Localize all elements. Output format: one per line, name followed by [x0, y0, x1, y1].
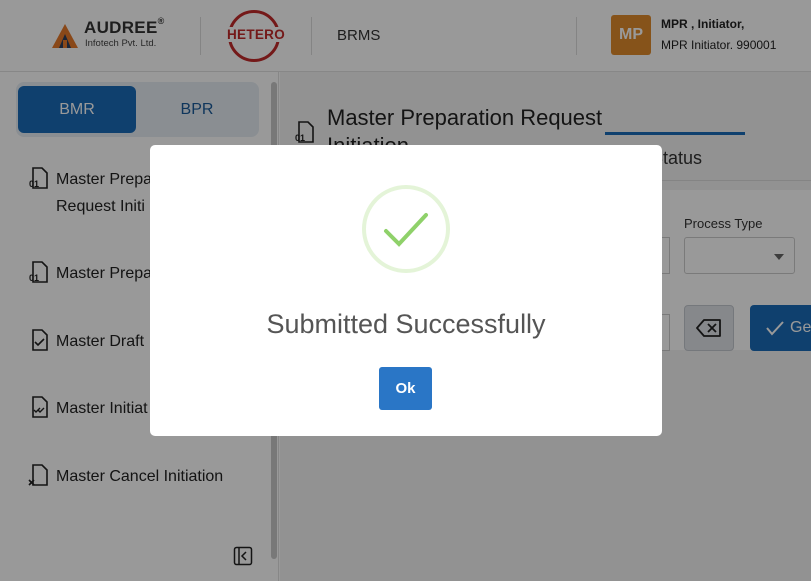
check-icon [384, 213, 428, 247]
ok-button[interactable]: Ok [379, 367, 432, 410]
success-modal: Submitted Successfully Ok [150, 145, 662, 436]
modal-title: Submitted Successfully [266, 309, 546, 339]
success-check-icon [362, 185, 450, 273]
